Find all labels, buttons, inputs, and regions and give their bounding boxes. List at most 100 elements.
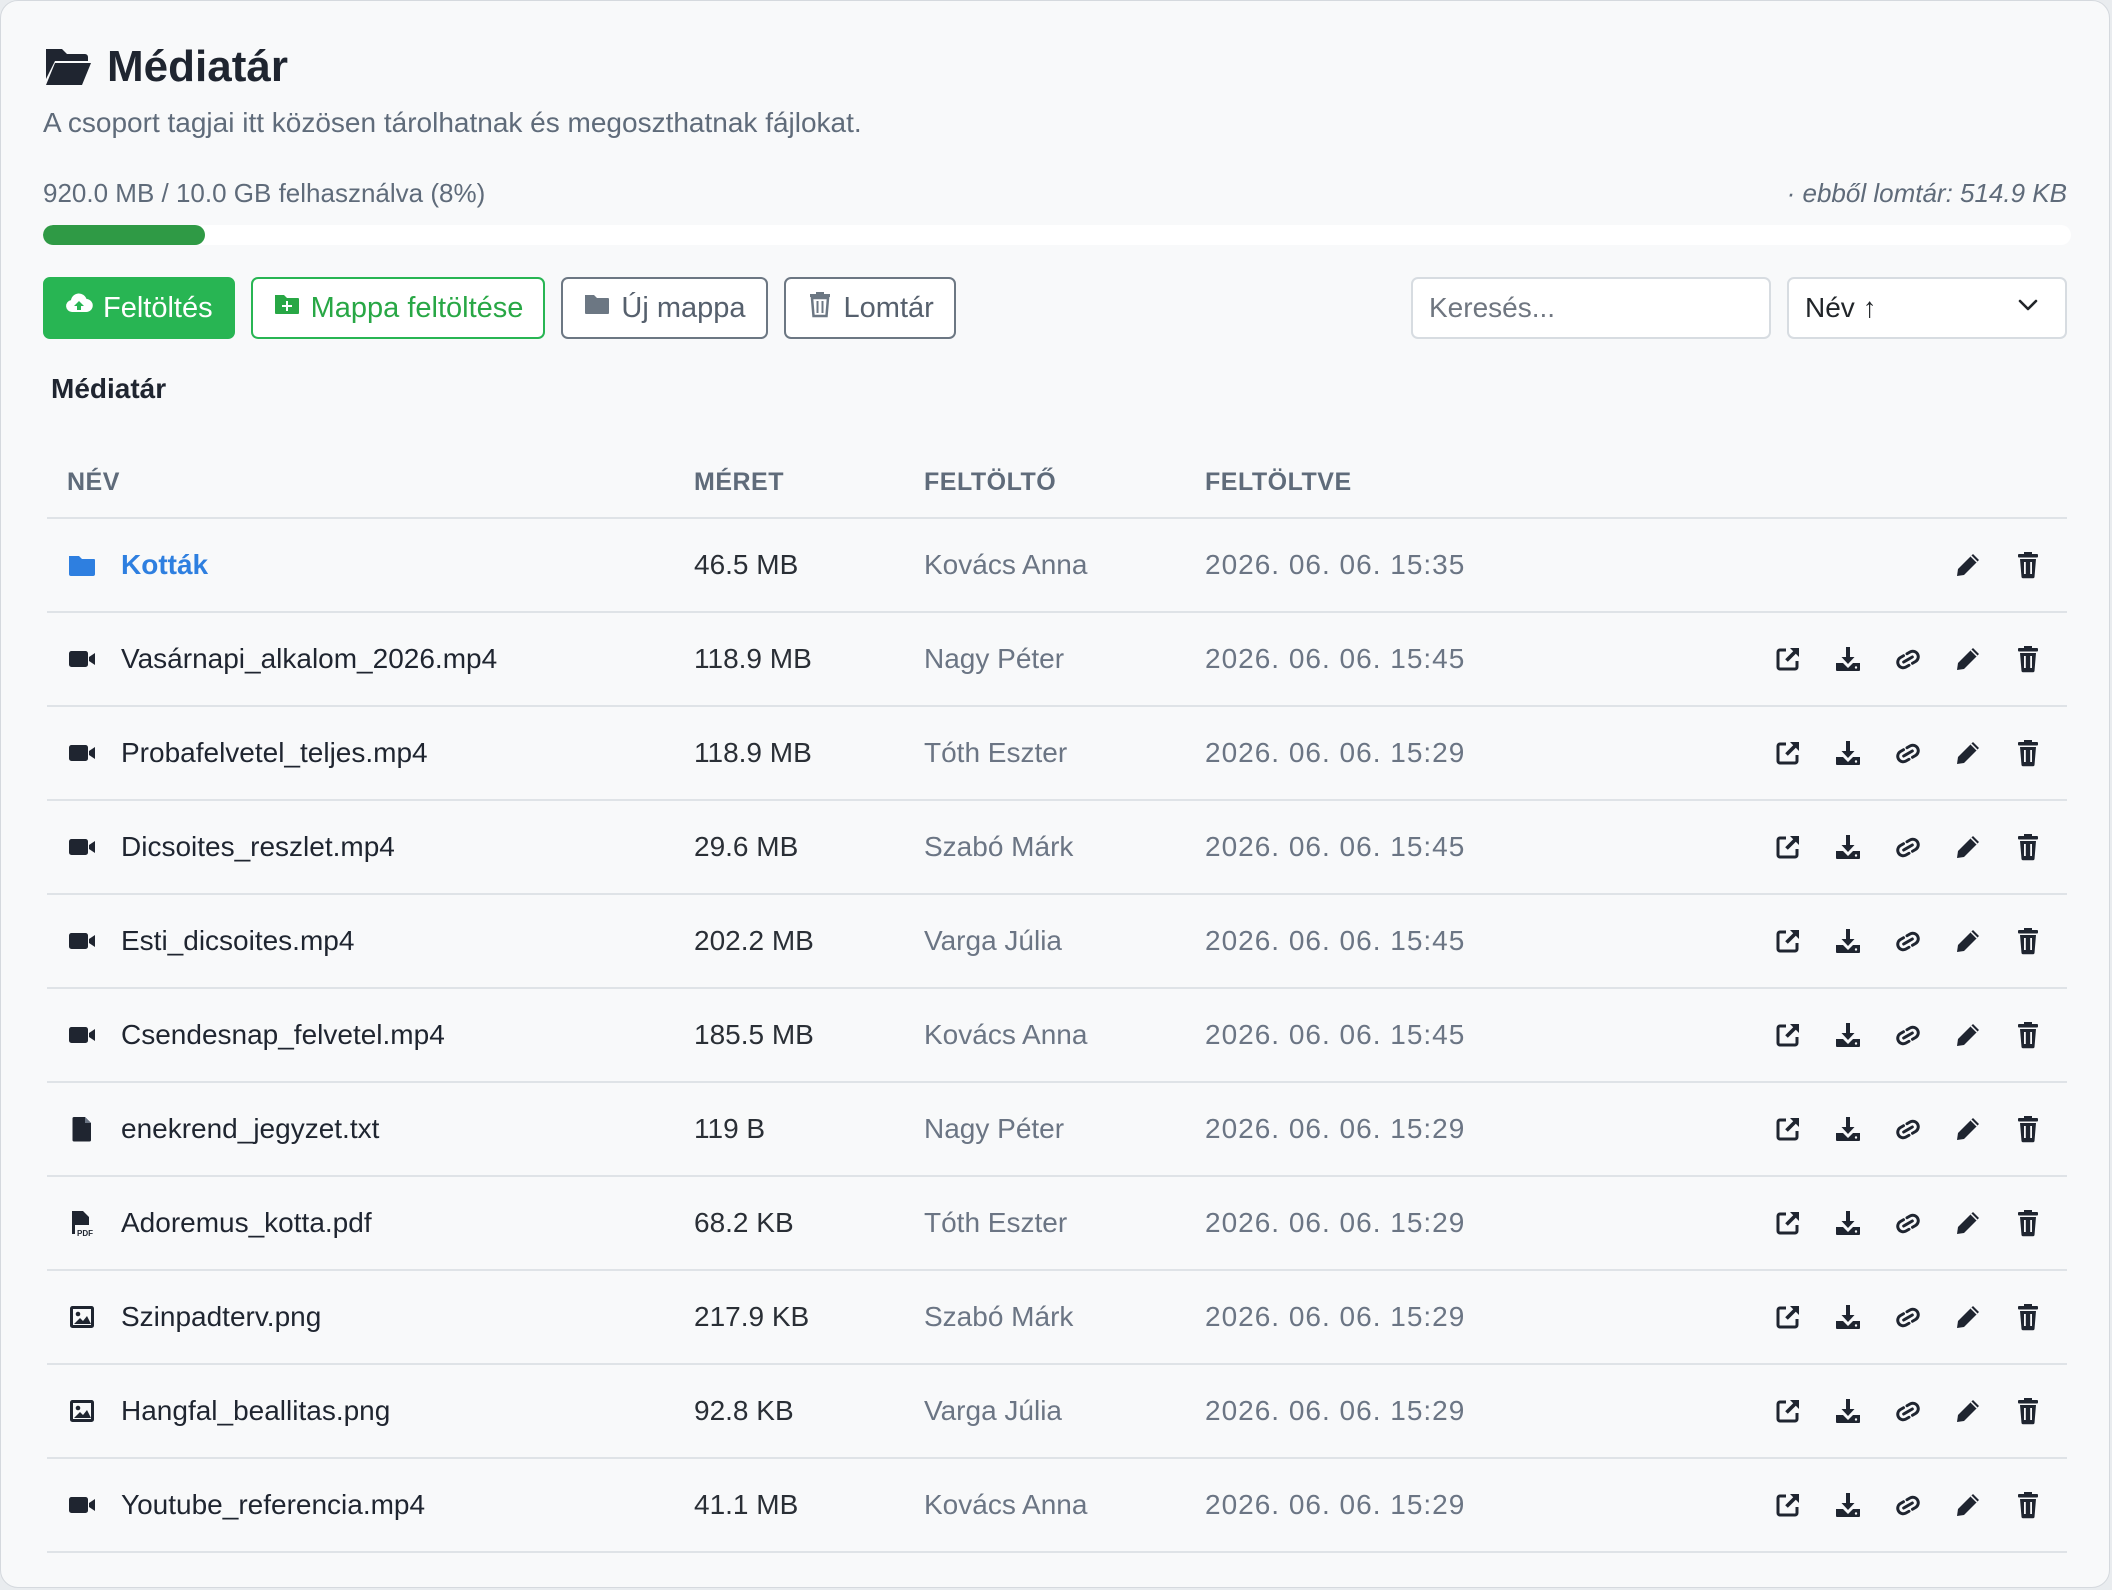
open-external-icon[interactable] [1773, 1114, 1803, 1144]
trash-icon[interactable] [2013, 926, 2043, 956]
trash-icon[interactable] [2013, 832, 2043, 862]
new-folder-button[interactable]: Új mappa [561, 277, 768, 339]
folder-row[interactable]: Kották 46.5 MB Kovács Anna 2026. 06. 06. 15… [47, 518, 2067, 613]
download-icon[interactable] [1833, 1114, 1863, 1144]
pencil-icon[interactable] [1953, 644, 1983, 674]
uploaded-date-cell: 2026. 06. 06. 15:35 [1205, 518, 1685, 613]
download-icon[interactable] [1833, 1208, 1863, 1238]
file-row[interactable]: Csendesnap_felvetel.mp4 185.5 MB Kovács An… [47, 988, 2067, 1083]
download-icon[interactable] [1833, 1302, 1863, 1332]
open-external-icon[interactable] [1773, 644, 1803, 674]
search-input[interactable] [1411, 277, 1771, 339]
download-icon[interactable] [1833, 644, 1863, 674]
file-row[interactable]: Youtube_referencia.mp4 41.1 MB Kovács Anna… [47, 1458, 2067, 1553]
table-header-row: NÉV MÉRET FELTÖLTŐ FELTÖLTVE [47, 447, 2067, 519]
link-icon[interactable] [1893, 1490, 1923, 1520]
open-external-icon[interactable] [1773, 926, 1803, 956]
link-icon[interactable] [1893, 1396, 1923, 1426]
link-icon[interactable] [1893, 644, 1923, 674]
pencil-icon[interactable] [1953, 1020, 1983, 1050]
link-icon[interactable] [1893, 926, 1923, 956]
trash-icon[interactable] [2013, 1490, 2043, 1520]
open-external-icon[interactable] [1773, 1302, 1803, 1332]
trash-icon[interactable] [2013, 550, 2043, 580]
pencil-icon[interactable] [1953, 1490, 1983, 1520]
trash-icon[interactable] [2013, 1114, 2043, 1144]
pencil-icon[interactable] [1953, 1208, 1983, 1238]
download-icon[interactable] [1833, 832, 1863, 862]
file-row[interactable]: PDF Adoremus_kotta.pdf 68.2 KB Tóth Eszter 2… [47, 1176, 2067, 1271]
column-header-uploader[interactable]: FELTÖLTŐ [924, 447, 1205, 519]
folder-upload-button[interactable]: Mappa feltöltése [250, 277, 546, 339]
file-row[interactable]: Dicsoites_reszlet.mp4 29.6 MB Szabó Márk 20… [47, 800, 2067, 895]
trash-icon[interactable] [2013, 738, 2043, 768]
upload-button[interactable]: Feltöltés [43, 277, 235, 339]
pencil-icon[interactable] [1953, 1302, 1983, 1332]
link-icon[interactable] [1893, 832, 1923, 862]
pencil-icon[interactable] [1953, 1114, 1983, 1144]
file-name[interactable]: Adoremus_kotta.pdf [121, 1207, 372, 1239]
open-external-icon[interactable] [1773, 1208, 1803, 1238]
pencil-icon[interactable] [1953, 1396, 1983, 1426]
file-row[interactable]: Hangfal_beallitas.png 92.8 KB Varga Júlia 2… [47, 1364, 2067, 1459]
pencil-icon[interactable] [1953, 738, 1983, 768]
file-row[interactable]: Szinpadterv.png 217.9 KB Szabó Márk 2026. 0… [47, 1270, 2067, 1365]
name-cell: Youtube_referencia.mp4 [47, 1458, 694, 1553]
open-external-icon[interactable] [1773, 1020, 1803, 1050]
download-icon[interactable] [1833, 738, 1863, 768]
pencil-icon[interactable] [1953, 832, 1983, 862]
actions-cell [1685, 1176, 2067, 1271]
pencil-icon[interactable] [1953, 926, 1983, 956]
trash-icon[interactable] [2013, 644, 2043, 674]
open-external-icon[interactable] [1773, 1490, 1803, 1520]
pdf-file-icon: PDF [67, 1208, 97, 1238]
storage-usage-text: 920.0 MB / 10.0 GB felhasználva (8%) [43, 177, 486, 208]
trash-icon[interactable] [2013, 1020, 2043, 1050]
folder-open-icon [43, 43, 93, 92]
file-row[interactable]: Vasárnapi_alkalom_2026.mp4 118.9 MB Nagy P… [47, 612, 2067, 707]
file-name[interactable]: Esti_dicsoites.mp4 [121, 925, 354, 957]
download-icon[interactable] [1833, 1396, 1863, 1426]
sort-select[interactable]: Név ↑ [1787, 277, 2067, 339]
trash-button[interactable]: Lomtár [783, 277, 956, 339]
trash-icon[interactable] [2013, 1208, 2043, 1238]
file-row[interactable]: Probafelvetel_teljes.mp4 118.9 MB Tóth Esz… [47, 706, 2067, 801]
name-cell: Dicsoites_reszlet.mp4 [47, 800, 694, 895]
link-icon[interactable] [1893, 738, 1923, 768]
folder-icon [67, 550, 97, 580]
file-row[interactable]: enekrend_jegyzet.txt 119 B Nagy Péter 2026.… [47, 1082, 2067, 1177]
link-icon[interactable] [1893, 1020, 1923, 1050]
file-name[interactable]: enekrend_jegyzet.txt [121, 1113, 379, 1145]
open-external-icon[interactable] [1773, 832, 1803, 862]
file-row[interactable]: Esti_dicsoites.mp4 202.2 MB Varga Júlia 202… [47, 894, 2067, 989]
column-header-name[interactable]: NÉV [47, 447, 694, 519]
link-icon[interactable] [1893, 1114, 1923, 1144]
actions-cell [1685, 800, 2067, 895]
file-name[interactable]: Szinpadterv.png [121, 1301, 321, 1333]
column-header-size[interactable]: MÉRET [694, 447, 924, 519]
link-icon[interactable] [1893, 1302, 1923, 1332]
download-icon[interactable] [1833, 926, 1863, 956]
folder-name-link[interactable]: Kották [121, 549, 208, 581]
name-cell: Kották [47, 518, 694, 613]
open-external-icon[interactable] [1773, 1396, 1803, 1426]
folder-plus-icon [273, 290, 301, 326]
uploaded-date-cell: 2026. 06. 06. 15:29 [1205, 1458, 1685, 1553]
trash-icon[interactable] [2013, 1396, 2043, 1426]
open-external-icon[interactable] [1773, 738, 1803, 768]
file-name[interactable]: Vasárnapi_alkalom_2026.mp4 [121, 643, 497, 675]
file-name[interactable]: Dicsoites_reszlet.mp4 [121, 831, 395, 863]
download-icon[interactable] [1833, 1490, 1863, 1520]
file-name[interactable]: Csendesnap_felvetel.mp4 [121, 1019, 445, 1051]
file-name[interactable]: Probafelvetel_teljes.mp4 [121, 737, 428, 769]
download-icon[interactable] [1833, 1020, 1863, 1050]
trash-icon[interactable] [2013, 1302, 2043, 1332]
page-subtitle: A csoport tagjai itt közösen tárolhatnak… [43, 107, 862, 138]
link-icon[interactable] [1893, 1208, 1923, 1238]
uploader-cell: Tóth Eszter [924, 706, 1205, 801]
column-header-uploaded[interactable]: FELTÖLTVE [1205, 447, 1685, 519]
uploader-cell: Kovács Anna [924, 1458, 1205, 1553]
file-name[interactable]: Youtube_referencia.mp4 [121, 1489, 425, 1521]
file-name[interactable]: Hangfal_beallitas.png [121, 1395, 390, 1427]
pencil-icon[interactable] [1953, 550, 1983, 580]
